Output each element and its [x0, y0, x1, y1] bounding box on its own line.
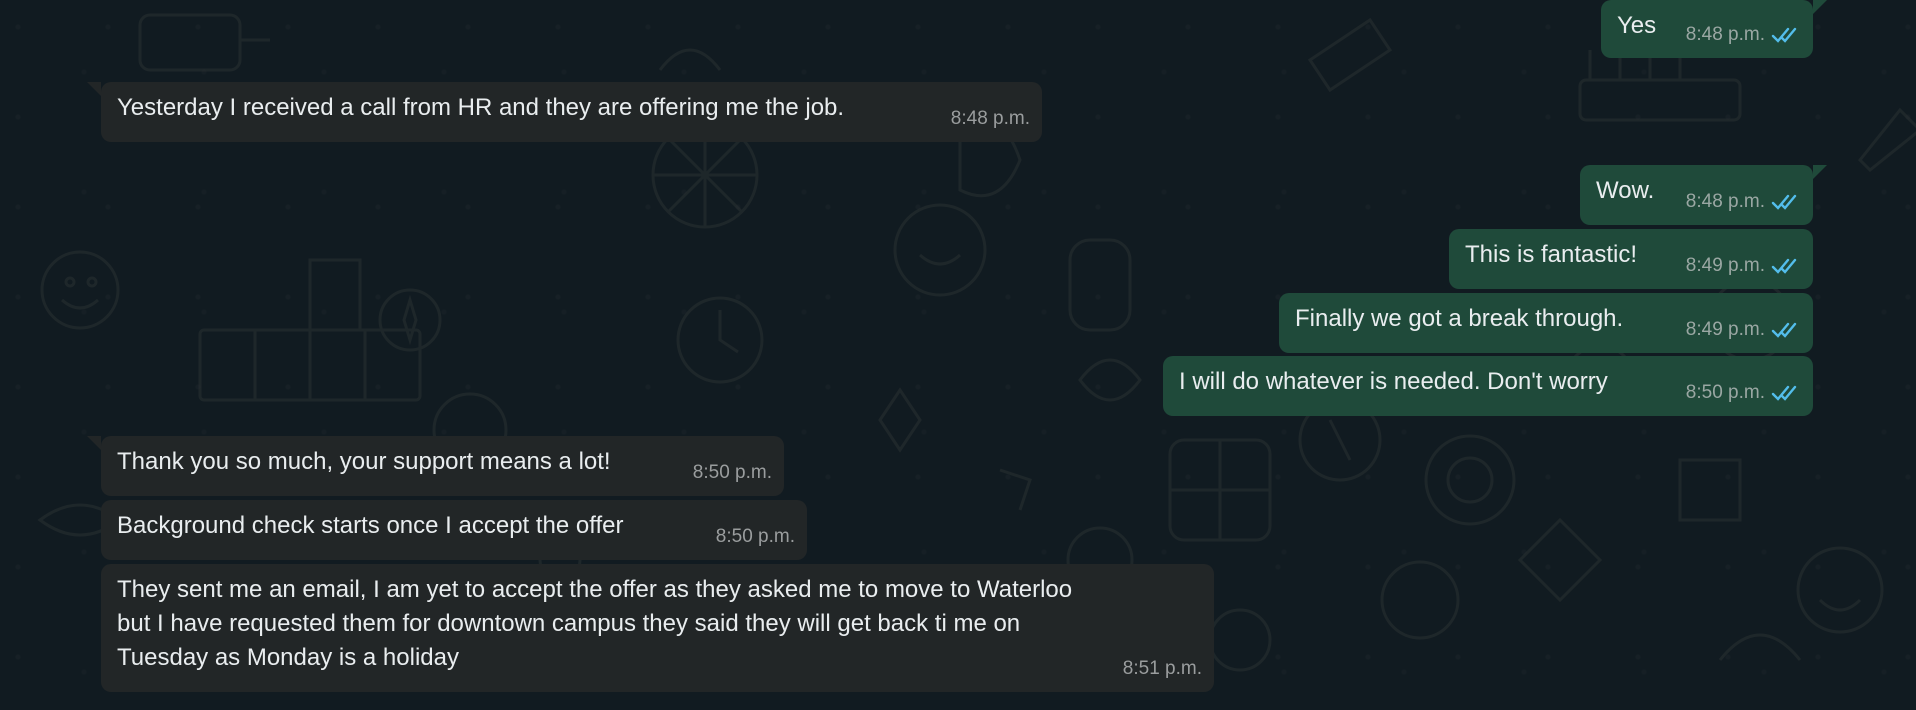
message-incoming[interactable]: Thank you so much, your support means a …	[87, 436, 784, 496]
message-text: Yes	[1617, 12, 1657, 39]
message-text: Background check starts once I accept th…	[117, 512, 624, 539]
bubble-tail	[87, 82, 101, 96]
message-meta: 8:51 p.m.	[1123, 652, 1202, 686]
message-meta: 8:48 p.m.	[1686, 185, 1801, 219]
message-text: This is fantastic!	[1465, 241, 1638, 268]
message-meta: 8:48 p.m.	[951, 102, 1030, 136]
bubble-tail	[1813, 0, 1827, 14]
message-time: 8:48 p.m.	[1685, 24, 1765, 45]
message-outgoing[interactable]: Wow. 8:48 p.m.	[1580, 165, 1827, 225]
message-meta: 8:49 p.m.	[1686, 313, 1801, 347]
message-text: Thank you so much, your support means a …	[117, 448, 611, 475]
message-time: 8:50 p.m.	[1685, 382, 1765, 403]
chat-background: Yes 8:48 p.m. Yesterday I received a cal…	[0, 0, 1916, 710]
bubble-tail	[87, 436, 101, 450]
message-meta: 8:48 p.m.	[1686, 18, 1801, 52]
double-check-read-icon	[1771, 322, 1797, 338]
message-time: 8:51 p.m.	[1122, 658, 1202, 679]
message-outgoing[interactable]: Yes 8:48 p.m.	[1601, 0, 1827, 58]
double-check-read-icon	[1771, 385, 1797, 401]
message-outgoing[interactable]: I will do whatever is needed. Don't worr…	[1163, 356, 1813, 416]
double-check-read-icon	[1771, 27, 1797, 43]
message-text: Yesterday I received a call from HR and …	[117, 94, 845, 121]
message-meta: 8:50 p.m.	[716, 520, 795, 554]
message-text: Finally we got a break through.	[1295, 305, 1624, 332]
message-time: 8:49 p.m.	[1685, 255, 1765, 276]
message-time: 8:48 p.m.	[950, 108, 1030, 129]
message-incoming[interactable]: Background check starts once I accept th…	[101, 500, 807, 560]
message-time: 8:50 p.m.	[715, 526, 795, 547]
message-time: 8:49 p.m.	[1685, 319, 1765, 340]
bubble-tail	[1813, 165, 1827, 179]
message-outgoing[interactable]: This is fantastic! 8:49 p.m.	[1449, 229, 1813, 289]
message-text: I will do whatever is needed. Don't worr…	[1179, 368, 1608, 395]
message-text: Wow.	[1596, 177, 1655, 204]
double-check-read-icon	[1771, 258, 1797, 274]
message-incoming[interactable]: Yesterday I received a call from HR and …	[87, 82, 1042, 142]
message-text: They sent me an email, I am yet to accep…	[117, 576, 1073, 671]
double-check-read-icon	[1771, 194, 1797, 210]
message-meta: 8:49 p.m.	[1686, 249, 1801, 283]
message-meta: 8:50 p.m.	[1686, 376, 1801, 410]
message-time: 8:50 p.m.	[692, 462, 772, 483]
message-incoming[interactable]: They sent me an email, I am yet to accep…	[101, 564, 1214, 692]
message-outgoing[interactable]: Finally we got a break through. 8:49 p.m…	[1279, 293, 1813, 353]
message-meta: 8:50 p.m.	[693, 456, 772, 490]
message-time: 8:48 p.m.	[1685, 191, 1765, 212]
